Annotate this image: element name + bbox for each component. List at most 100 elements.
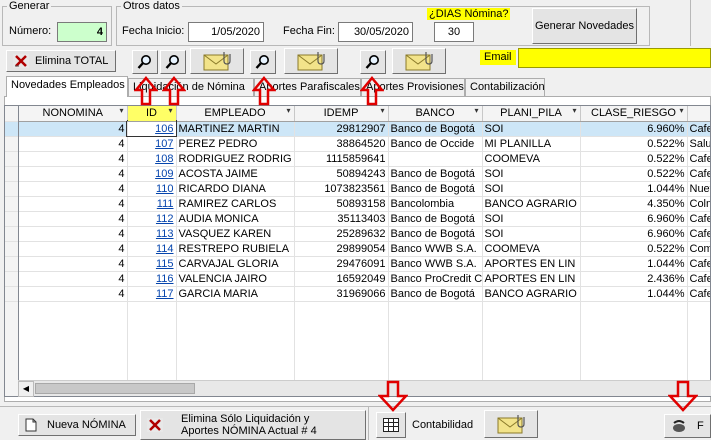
table-row[interactable]: 4 115 CARVAJAL GLORIA 29476091 Banco WWB S.A… <box>19 256 710 272</box>
table-row[interactable]: 4 116 VALENCIA JAIRO 16592049 Banco ProCredi… <box>19 271 710 287</box>
table-row[interactable]: 4 111 RAMIREZ CARLOS 50893158 Bancolombia BAN… <box>19 196 710 212</box>
contabilidad-email-button[interactable] <box>484 410 538 438</box>
row-selector[interactable] <box>5 182 19 197</box>
red-arrow-up-icon <box>162 76 186 106</box>
row-selector[interactable] <box>5 197 19 212</box>
nueva-nomina-button[interactable]: Nueva NÓMINA <box>18 414 136 436</box>
row-selector[interactable] <box>5 122 19 137</box>
table-row[interactable]: 4 112 AUDIA MONICA 35113403 Banco de Bogotá S… <box>19 211 710 227</box>
empty-cell <box>19 301 128 316</box>
tab-novedades-empleados[interactable]: Novedades Empleados <box>6 76 128 97</box>
table-row[interactable]: 4 107 PEREZ PEDRO 38864520 Banco de Occide MI… <box>19 136 710 152</box>
cell-banco: Banco de Bogotá <box>388 181 483 197</box>
cell-empleado: ACOSTA JAIME <box>176 166 295 182</box>
cell-empleado: CARVAJAL GLORIA <box>176 256 295 272</box>
email-envelope-button-3[interactable] <box>392 48 446 74</box>
row-selector[interactable] <box>5 212 19 227</box>
generar-legend: Generar <box>9 0 50 12</box>
cell-id[interactable]: 111 <box>127 196 177 212</box>
col-header-clase-riesgo[interactable]: CLASE_RIESGO ▾ <box>580 106 688 122</box>
row-selector[interactable] <box>5 137 19 152</box>
empty-cell <box>482 346 581 361</box>
col-header-nonomina[interactable]: NONOMINA ▾ <box>19 106 128 122</box>
magnifier-icon <box>137 55 151 69</box>
fecha-fin-field[interactable]: 30/05/2020 <box>338 22 413 42</box>
table-row[interactable]: 4 113 VASQUEZ KAREN 25289632 Banco de Bogotá… <box>19 226 710 242</box>
magnifier-icon <box>365 55 379 69</box>
empty-row <box>19 301 710 316</box>
search-button-3[interactable] <box>250 50 276 74</box>
table-grid-icon <box>383 418 399 432</box>
row-selector[interactable] <box>5 167 19 182</box>
cell-nonomina: 4 <box>19 211 128 227</box>
row-selector[interactable] <box>5 152 19 167</box>
red-arrow-down-icon <box>378 380 408 412</box>
row-selector[interactable] <box>5 257 19 272</box>
cell-empleado: RESTREPO RUBIELA <box>176 241 295 257</box>
search-button-1[interactable] <box>132 50 158 74</box>
col-header-empleado[interactable]: EMPLEADO ▾ <box>176 106 295 122</box>
cell-extra: Cafes <box>687 211 710 227</box>
cell-id[interactable]: 115 <box>127 256 177 272</box>
empty-cell <box>127 346 177 361</box>
empty-row <box>19 346 710 361</box>
table-row[interactable]: 4 106 MARTINEZ MARTIN 29812907 Banco de Bogo… <box>19 120 710 137</box>
table-row[interactable]: 4 109 ACOSTA JAIME 50894243 Banco de Bogotá S… <box>19 166 710 182</box>
email-envelope-button-2[interactable] <box>284 48 338 74</box>
table-row[interactable]: 4 117 GARCIA MARIA 31969066 Banco de Bogotá B… <box>19 286 710 302</box>
horizontal-scrollbar[interactable]: ◀ <box>18 380 711 397</box>
cell-id[interactable]: 108 <box>127 151 177 167</box>
cell-idemp: 29812907 <box>294 121 389 137</box>
exit-button[interactable]: F <box>664 414 711 438</box>
col-header-id[interactable]: ID ▾ <box>127 106 177 122</box>
numero-field[interactable]: 4 <box>57 22 107 42</box>
cell-idemp: 1115859641 <box>294 151 389 167</box>
scroll-left-arrow-icon[interactable]: ◀ <box>18 381 34 397</box>
red-arrow-up-icon <box>252 76 276 106</box>
dias-nomina-field[interactable]: 30 <box>434 22 474 42</box>
elimina-solo-liquidacion-button[interactable]: Elimina Sólo Liquidación y Aportes NÓMIN… <box>140 410 366 440</box>
cell-plani: COOMEVA <box>482 241 581 257</box>
cell-plani: SOI <box>482 211 581 227</box>
row-selector[interactable] <box>5 272 19 287</box>
col-header-idemp[interactable]: IDEMP ▾ <box>294 106 389 122</box>
search-button-4[interactable] <box>360 50 386 74</box>
cell-id[interactable]: 113 <box>127 226 177 242</box>
cell-id[interactable]: 117 <box>127 286 177 302</box>
cell-clase: 2.436% <box>580 271 688 287</box>
cell-id[interactable]: 106 <box>126 120 177 137</box>
row-selector[interactable] <box>5 287 19 302</box>
cell-id[interactable]: 109 <box>127 166 177 182</box>
table-row[interactable]: 4 110 RICARDO DIANA 1073823561 Banco de Bogo… <box>19 181 710 197</box>
cell-id[interactable]: 112 <box>127 211 177 227</box>
data-grid[interactable]: NONOMINA ▾ ID ▾ EMPLEADO ▾ IDEMP ▾ BANCO ▾ PL… <box>18 105 711 397</box>
search-button-2[interactable] <box>160 50 186 74</box>
cell-banco: Banco de Bogotá <box>388 166 483 182</box>
row-selector[interactable] <box>5 227 19 242</box>
tab-contabilizacion[interactable]: Contabilización <box>465 78 545 96</box>
table-row[interactable]: 4 114 RESTREPO RUBIELA 29899054 Banco WWB S.… <box>19 241 710 257</box>
elimina-total-button[interactable]: Elimina TOTAL <box>6 50 116 72</box>
col-header-banco[interactable]: BANCO ▾ <box>388 106 483 122</box>
empty-cell <box>294 331 389 346</box>
contabilidad-grid-button[interactable] <box>376 412 406 438</box>
email-field[interactable] <box>518 48 711 68</box>
email-envelope-button-1[interactable] <box>190 48 244 74</box>
cell-extra: Cafes <box>687 271 710 287</box>
empty-cell <box>127 316 177 331</box>
fecha-inicio-field[interactable]: 1/05/2020 <box>188 22 264 42</box>
cell-id[interactable]: 114 <box>127 241 177 257</box>
envelope-clip-icon <box>297 52 325 71</box>
scroll-thumb[interactable] <box>35 383 195 394</box>
col-header-plani-pila[interactable]: PLANI_PILA ▾ <box>482 106 581 122</box>
generar-novedades-button[interactable]: Generar Novedades <box>532 8 637 44</box>
row-selector[interactable] <box>5 242 19 257</box>
table-row[interactable]: 4 108 RODRIGUEZ RODRIG 1115859641 COOMEVA 0.5… <box>19 151 710 167</box>
cell-id[interactable]: 116 <box>127 271 177 287</box>
email-label: Email <box>480 50 516 65</box>
cell-id[interactable]: 110 <box>127 181 177 197</box>
empty-cell <box>176 331 295 346</box>
cell-clase: 0.522% <box>580 151 688 167</box>
cell-id[interactable]: 107 <box>127 136 177 152</box>
col-header-extra[interactable] <box>687 106 710 122</box>
